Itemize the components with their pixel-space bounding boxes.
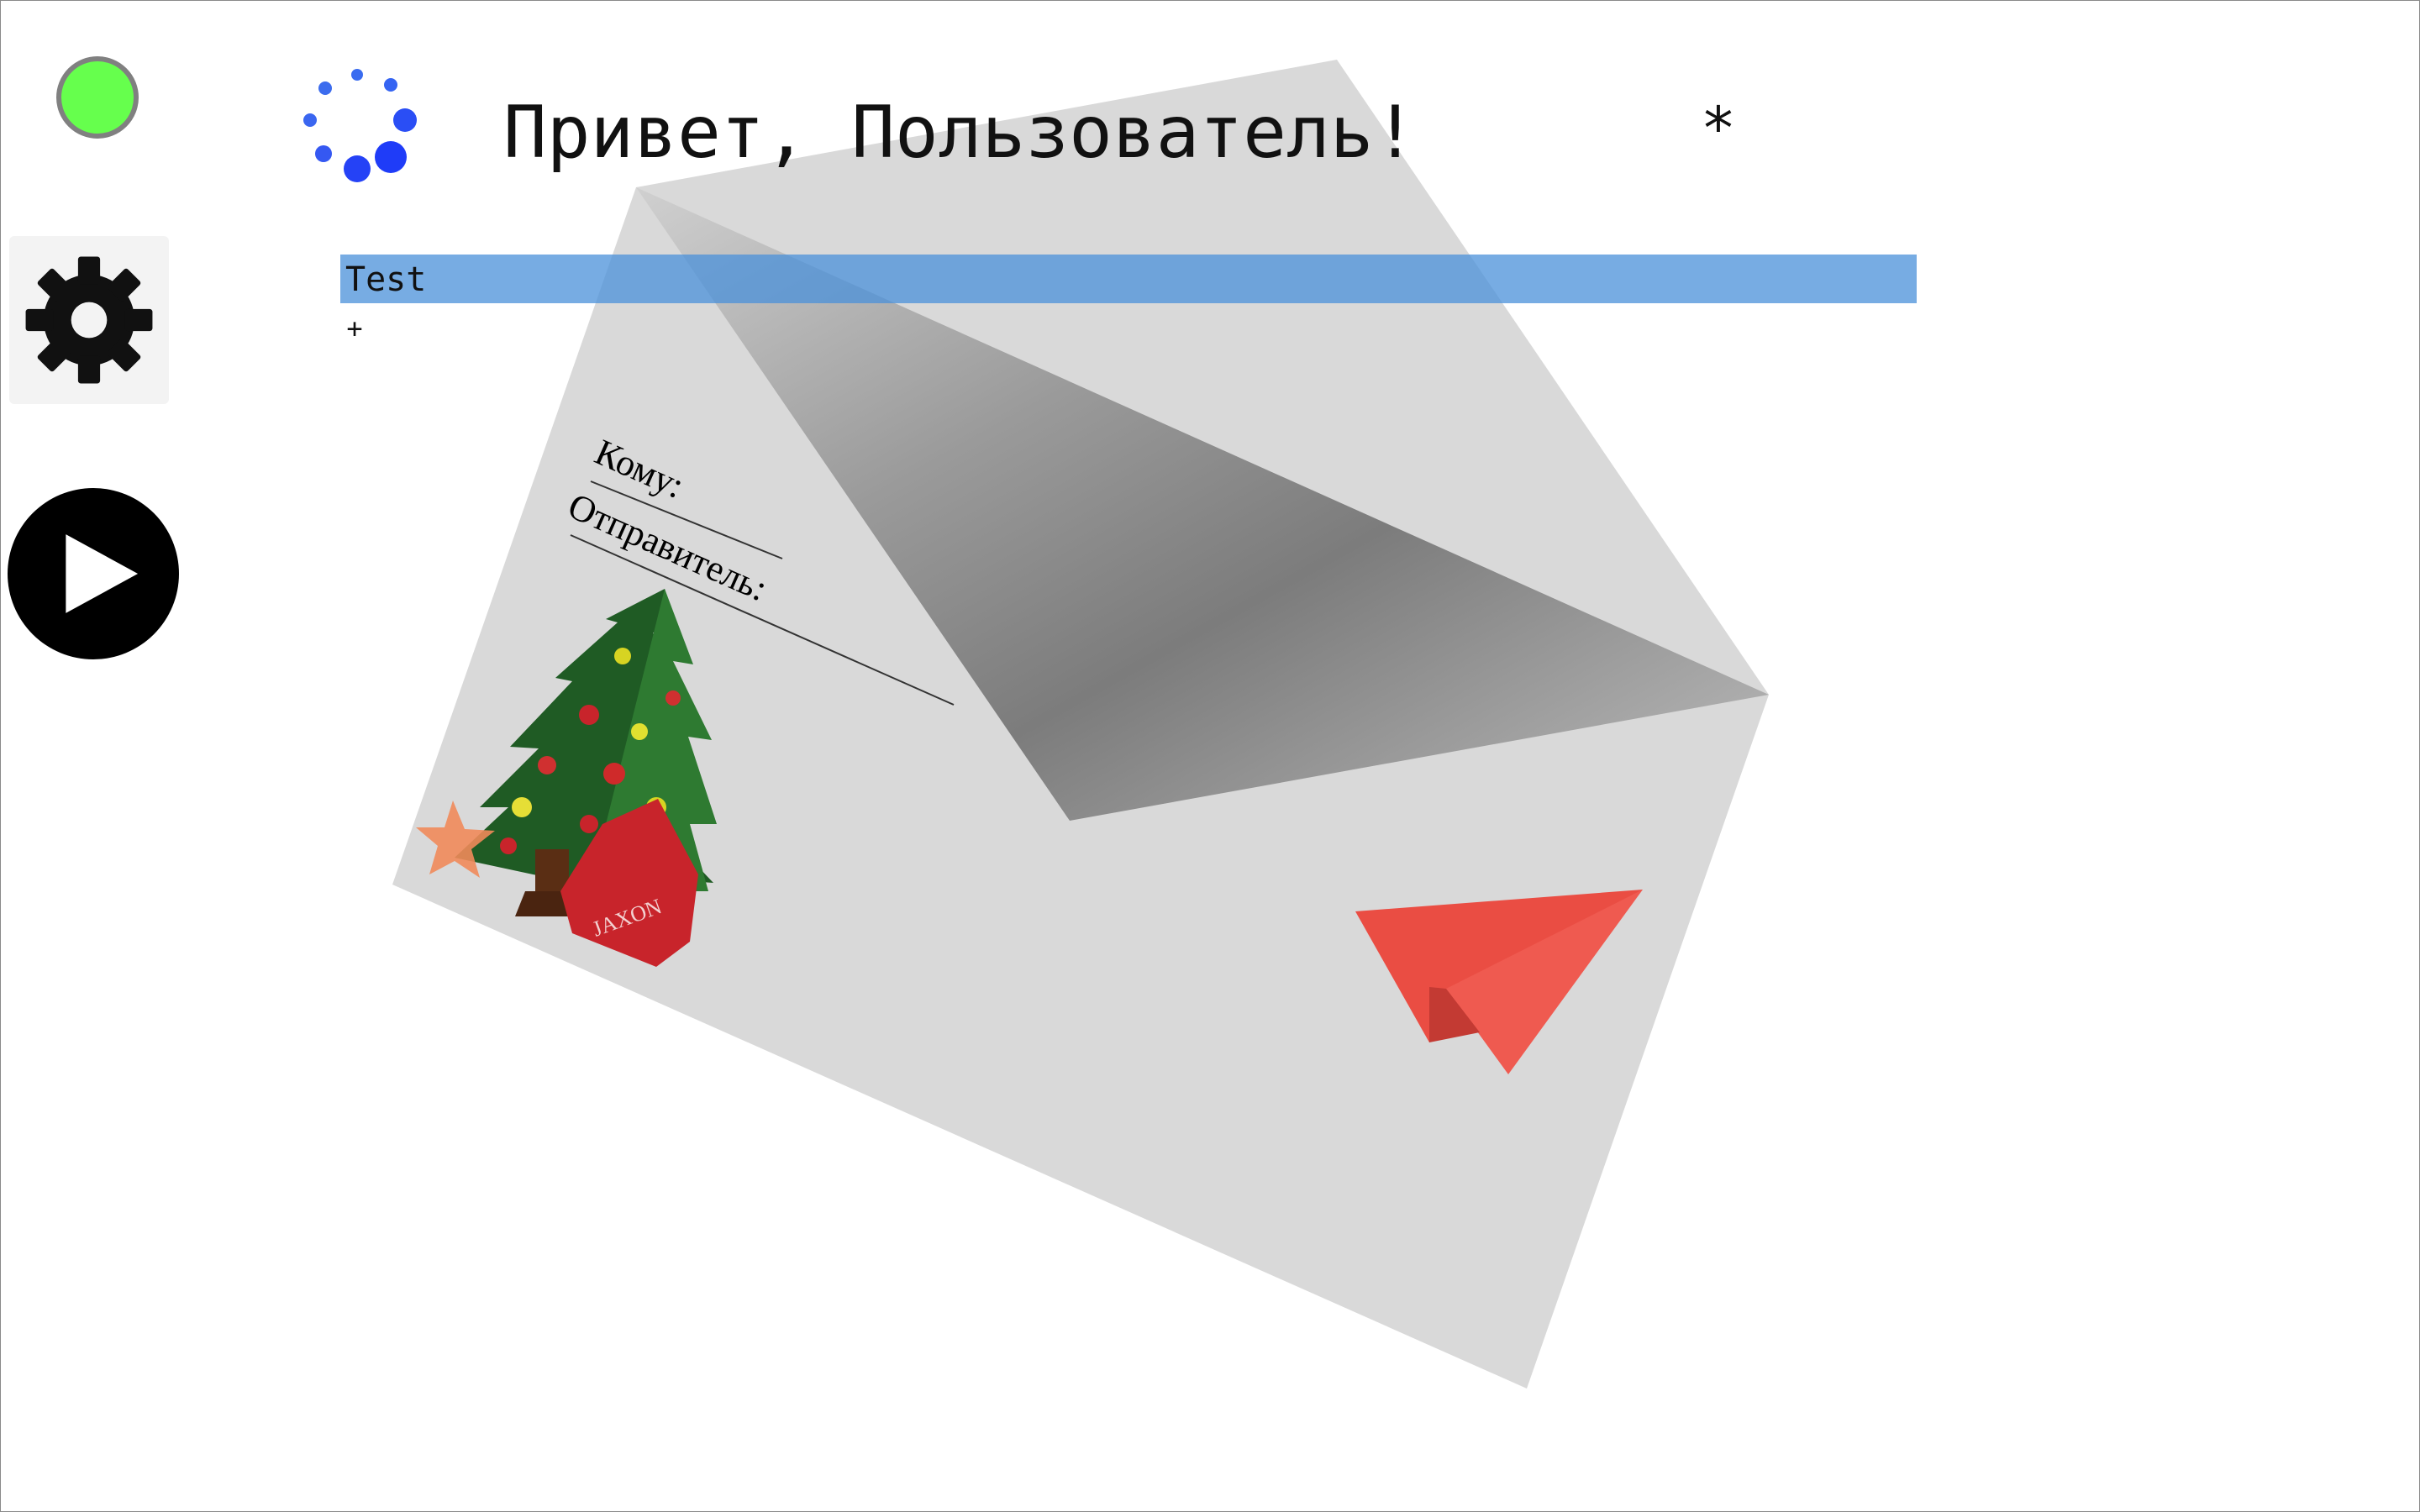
- gift-bag-icon: JAXON: [560, 799, 698, 967]
- loading-spinner-icon: [303, 69, 417, 182]
- to-label: Кому:: [589, 431, 690, 506]
- app-window: Кому: Отправитель: JAXON Привет, Пользов…: [0, 0, 2420, 1512]
- settings-button[interactable]: [9, 236, 169, 404]
- gift-bag-brand: JAXON: [589, 894, 665, 941]
- sender-label: Отправитель:: [562, 485, 773, 609]
- sender-underline: [570, 534, 955, 706]
- asterisk-marker: *: [1700, 94, 1737, 163]
- paper-plane-icon: [1355, 890, 1643, 1074]
- play-button[interactable]: [8, 488, 179, 659]
- envelope-illustration: Кому: Отправитель: JAXON: [392, 60, 1769, 1389]
- add-line-button[interactable]: +: [344, 312, 366, 345]
- greeting-title: Привет, Пользователь!: [503, 91, 1418, 175]
- status-indicator: [56, 56, 139, 139]
- star-sticker: [416, 801, 495, 878]
- editor-line-text[interactable]: Test: [345, 255, 426, 303]
- selected-line-highlight[interactable]: [340, 255, 1917, 303]
- christmas-tree-icon: [455, 589, 717, 916]
- gear-icon: [25, 256, 153, 384]
- play-icon: [8, 488, 179, 659]
- to-underline: [590, 480, 783, 559]
